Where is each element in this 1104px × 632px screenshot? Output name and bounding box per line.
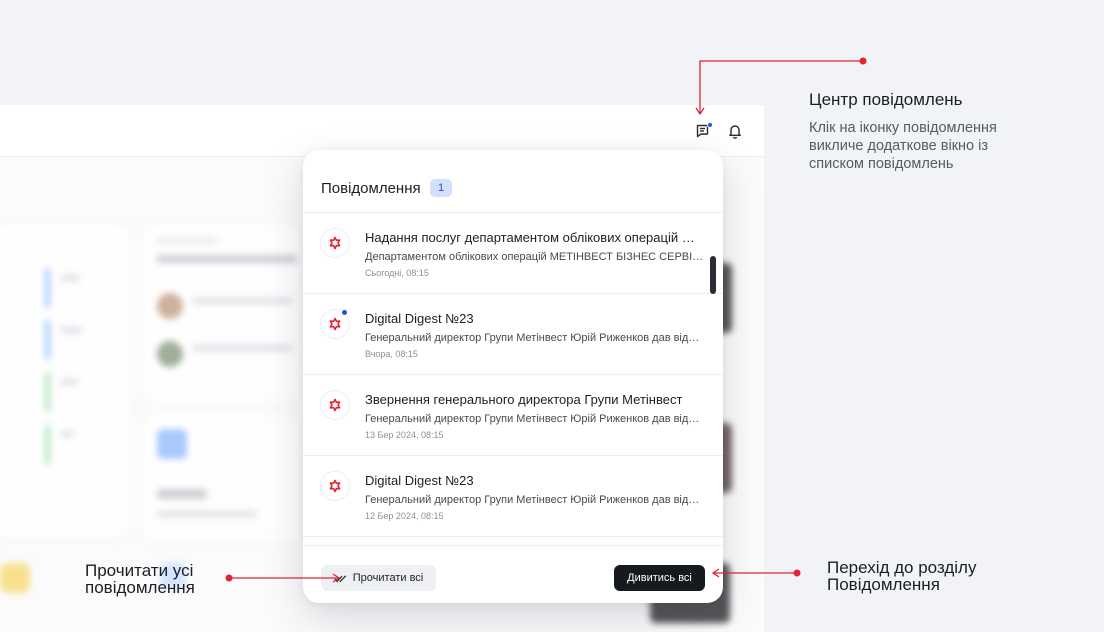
notification-text: Генеральний директор Групи Метінвест Юрі… [365, 494, 705, 506]
notification-item[interactable]: Звернення генерального директора Групи М… [303, 375, 723, 456]
notification-text: Генеральний директор Групи Метінвест Юрі… [365, 413, 705, 425]
double-check-icon [334, 574, 347, 582]
notification-item[interactable]: Digital Digest №23 Генеральний директор … [303, 294, 723, 375]
notification-time: 13 Бер 2024, 08:15 [365, 430, 444, 440]
list-scrollbar[interactable] [710, 256, 716, 294]
notification-title: Digital Digest №23 [365, 473, 474, 488]
notification-text: Департаментом облікових операцій МЕТІНВЕ… [365, 251, 705, 263]
bell-icon[interactable] [725, 121, 745, 141]
popup-footer: Прочитати всі Дивитись всі [303, 545, 723, 603]
arrow-origin-dot [793, 569, 801, 577]
unread-dot [707, 122, 713, 128]
annotation-center-title: Центр повідомлень [809, 90, 963, 109]
notification-text: Генеральний директор Групи Метінвест Юрі… [365, 332, 705, 344]
popup-title: Повідомлення [321, 180, 421, 197]
notification-title: Digital Digest №23 [365, 311, 474, 326]
unread-dot [341, 309, 348, 316]
annotation-center-desc: Клік на іконку повідомлення викличе дода… [809, 120, 997, 172]
metinvest-logo-icon [320, 390, 350, 420]
notification-time: Сьогодні, 08:15 [365, 268, 429, 278]
unread-count-badge: 1 [430, 179, 452, 197]
metinvest-logo-icon [320, 471, 350, 501]
metinvest-logo-icon [320, 228, 350, 258]
notification-title: Звернення генерального директора Групи М… [365, 392, 683, 407]
notification-time: 12 Бер 2024, 08:15 [365, 511, 444, 521]
arrow-origin-dot [859, 57, 867, 65]
notifications-popup: Повідомлення 1 Надання послуг департамен… [303, 150, 723, 603]
read-all-button[interactable]: Прочитати всі [321, 565, 436, 591]
popup-header: Повідомлення 1 [303, 150, 723, 213]
notification-item[interactable]: Digital Digest №23 Генеральний директор … [303, 456, 723, 537]
annotation-view-all: Перехід до розділу Повідомлення [827, 558, 977, 594]
notification-list: Надання послуг департаментом облікових о… [303, 213, 723, 543]
view-all-button[interactable]: Дивитись всі [614, 565, 705, 591]
notification-center-icon[interactable] [693, 121, 713, 141]
annotation-read-all: Прочитати усі повідомлення [85, 561, 195, 597]
notification-time: Вчора, 08:15 [365, 349, 418, 359]
notification-item[interactable]: Надання послуг департаментом облікових о… [303, 213, 723, 294]
read-all-label: Прочитати всі [352, 572, 424, 584]
notification-title: Надання послуг департаментом облікових о… [365, 230, 705, 245]
